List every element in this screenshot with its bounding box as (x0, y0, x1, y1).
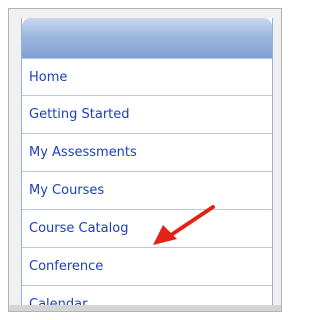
nav-item-getting-started[interactable]: Getting Started (22, 96, 272, 134)
nav-item-course-catalog[interactable]: Course Catalog (22, 210, 272, 248)
nav-list: Home Getting Started My Assessments My C… (22, 58, 272, 308)
nav-item-my-courses[interactable]: My Courses (22, 172, 272, 210)
nav-header (22, 18, 272, 58)
nav-item-conference[interactable]: Conference (22, 248, 272, 286)
nav-item-my-assessments[interactable]: My Assessments (22, 134, 272, 172)
bottom-strip (9, 305, 281, 311)
screenshot-frame: Home Getting Started My Assessments My C… (8, 8, 282, 312)
navigation-panel: Home Getting Started My Assessments My C… (21, 18, 273, 308)
nav-item-home[interactable]: Home (22, 58, 272, 96)
